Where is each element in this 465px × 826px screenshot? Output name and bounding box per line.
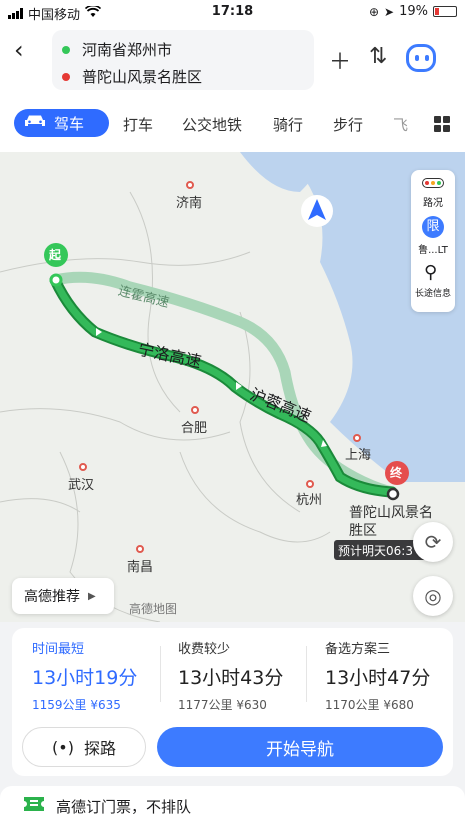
refresh-icon[interactable]: ⟳ (413, 522, 453, 562)
city-shanghai: 上海 (345, 448, 372, 463)
destination-map-label-2: 胜区 (349, 523, 377, 539)
car-icon (24, 114, 46, 132)
radar-icon: (•) (52, 737, 74, 757)
plan-3-cost: ¥680 (383, 698, 414, 712)
plan-2-meta: 1177公里 ¥630 (178, 696, 324, 713)
tab-drive[interactable]: 驾车 (14, 109, 109, 137)
battery-icon (433, 6, 457, 17)
destination-map-label-1: 普陀山风景名 (349, 505, 433, 521)
triangle-right-icon: ▶ (88, 590, 96, 602)
promo-text: 高德订门票，不排队 (56, 797, 192, 816)
city-nanchang: 南昌 (127, 560, 154, 575)
tab-taxi[interactable]: 打车 (123, 114, 153, 135)
map-watermark: 高德地图 (129, 602, 178, 616)
route-plans-sheet: 时间最短 13小时19分 1159公里 ¥635 收费较少 13小时43分 11… (12, 628, 453, 776)
city-hangzhou: 杭州 (296, 493, 323, 508)
assistant-robot-icon[interactable] (406, 44, 436, 72)
traffic-label[interactable]: 路况 (411, 194, 455, 209)
recommend-label: 高德推荐 (24, 589, 80, 605)
start-navigation-label: 开始导航 (266, 739, 334, 760)
plan-1-meta: 1159公里 ¥635 (32, 696, 178, 713)
traffic-icon[interactable] (422, 178, 444, 188)
plan-3-meta: 1170公里 ¥680 (325, 696, 465, 713)
search-icon[interactable]: ⚲ (424, 262, 437, 283)
plan-3-distance: 1170公里 (325, 698, 380, 712)
divider (306, 646, 307, 702)
origin-dot-icon (62, 45, 70, 54)
add-waypoint-icon[interactable]: ＋ (329, 44, 351, 76)
map-side-panel: 路况 限 鲁...LT ⚲ 长途信息 (411, 170, 455, 312)
locate-me-icon[interactable]: ◎ (413, 576, 453, 616)
plan-2-cost: ¥630 (236, 698, 267, 712)
plan-card-2[interactable]: 收费较少 13小时43分 1177公里 ¥630 (178, 638, 324, 713)
start-point (49, 273, 63, 287)
plan-2-duration: 13小时43分 (178, 667, 284, 689)
location-arrow-icon: ➤ (384, 4, 395, 19)
destination-row[interactable]: 普陀山风景名胜区 (62, 66, 202, 87)
swap-icon[interactable]: ⇅ (369, 44, 387, 69)
status-right: ⊕ ➤ 19% (369, 4, 457, 19)
origin-row[interactable]: 河南省郑州市 (62, 39, 172, 60)
back-icon[interactable]: ‹ (14, 36, 24, 64)
tab-drive-label: 驾车 (54, 114, 85, 133)
city-jinan: 济南 (176, 196, 203, 211)
promo-banner[interactable]: 高德订门票，不排队 (0, 786, 465, 826)
explore-label: 探路 (83, 739, 116, 758)
plan-1-cost: ¥635 (90, 698, 121, 712)
end-point (386, 487, 400, 501)
plan-2-distance: 1177公里 (178, 698, 233, 712)
limit-badge-icon[interactable]: 限 (422, 216, 444, 238)
tab-flight[interactable]: 飞 (393, 114, 408, 135)
plan-2-label: 收费较少 (178, 642, 231, 657)
status-bar: 中国移动 17:18 ⊕ ➤ 19% (0, 0, 465, 26)
origin-field: 河南省郑州市 (82, 41, 173, 59)
start-marker-label: 起 (49, 248, 62, 262)
long-trip-info-label[interactable]: 长途信息 (411, 286, 455, 299)
destination-dot-icon (62, 72, 70, 81)
limit-label[interactable]: 鲁...LT (411, 241, 455, 256)
route-input-box: 河南省郑州市 普陀山风景名胜区 (52, 30, 314, 90)
plan-1-duration: 13小时19分 (32, 667, 138, 689)
plan-card-1[interactable]: 时间最短 13小时19分 1159公里 ¥635 (32, 638, 178, 713)
battery-percent: 19% (399, 4, 428, 19)
more-modes-icon[interactable] (434, 116, 450, 132)
map-view[interactable]: 济南 合肥 上海 杭州 武汉 南昌 连霍高速 宁洛高速 沪蓉高速 起 终 普陀山… (0, 152, 465, 622)
plan-1-distance: 1159公里 (32, 698, 87, 712)
orientation-lock-icon: ⊕ (368, 4, 380, 19)
city-wuhan: 武汉 (68, 478, 95, 493)
start-navigation-button[interactable]: 开始导航 (157, 727, 443, 767)
end-marker-label: 终 (390, 466, 403, 480)
recommend-button[interactable]: 高德推荐 ▶ (12, 578, 114, 614)
app-root: 中国移动 17:18 ⊕ ➤ 19% ‹ 河南省郑州市 普陀山风景名胜区 ＋ ⇅… (0, 0, 465, 826)
plan-3-duration: 13小时47分 (325, 667, 431, 689)
divider (160, 646, 161, 702)
tab-bike[interactable]: 骑行 (273, 114, 303, 135)
plan-1-label: 时间最短 (32, 642, 85, 657)
plan-card-3[interactable]: 备选方案三 13小时47分 1170公里 ¥680 (325, 638, 465, 713)
transport-modes: 驾车 打车 公交地铁 骑行 步行 飞 (0, 96, 465, 152)
city-hefei: 合肥 (181, 421, 208, 436)
plan-3-label: 备选方案三 (325, 642, 391, 657)
route-header: ‹ 河南省郑州市 普陀山风景名胜区 ＋ ⇅ (0, 26, 465, 96)
tab-transit[interactable]: 公交地铁 (182, 114, 242, 135)
ticket-icon (24, 797, 44, 815)
tab-walk[interactable]: 步行 (333, 114, 363, 135)
explore-button[interactable]: (•) 探路 (22, 727, 146, 767)
destination-field: 普陀山风景名胜区 (82, 68, 203, 86)
